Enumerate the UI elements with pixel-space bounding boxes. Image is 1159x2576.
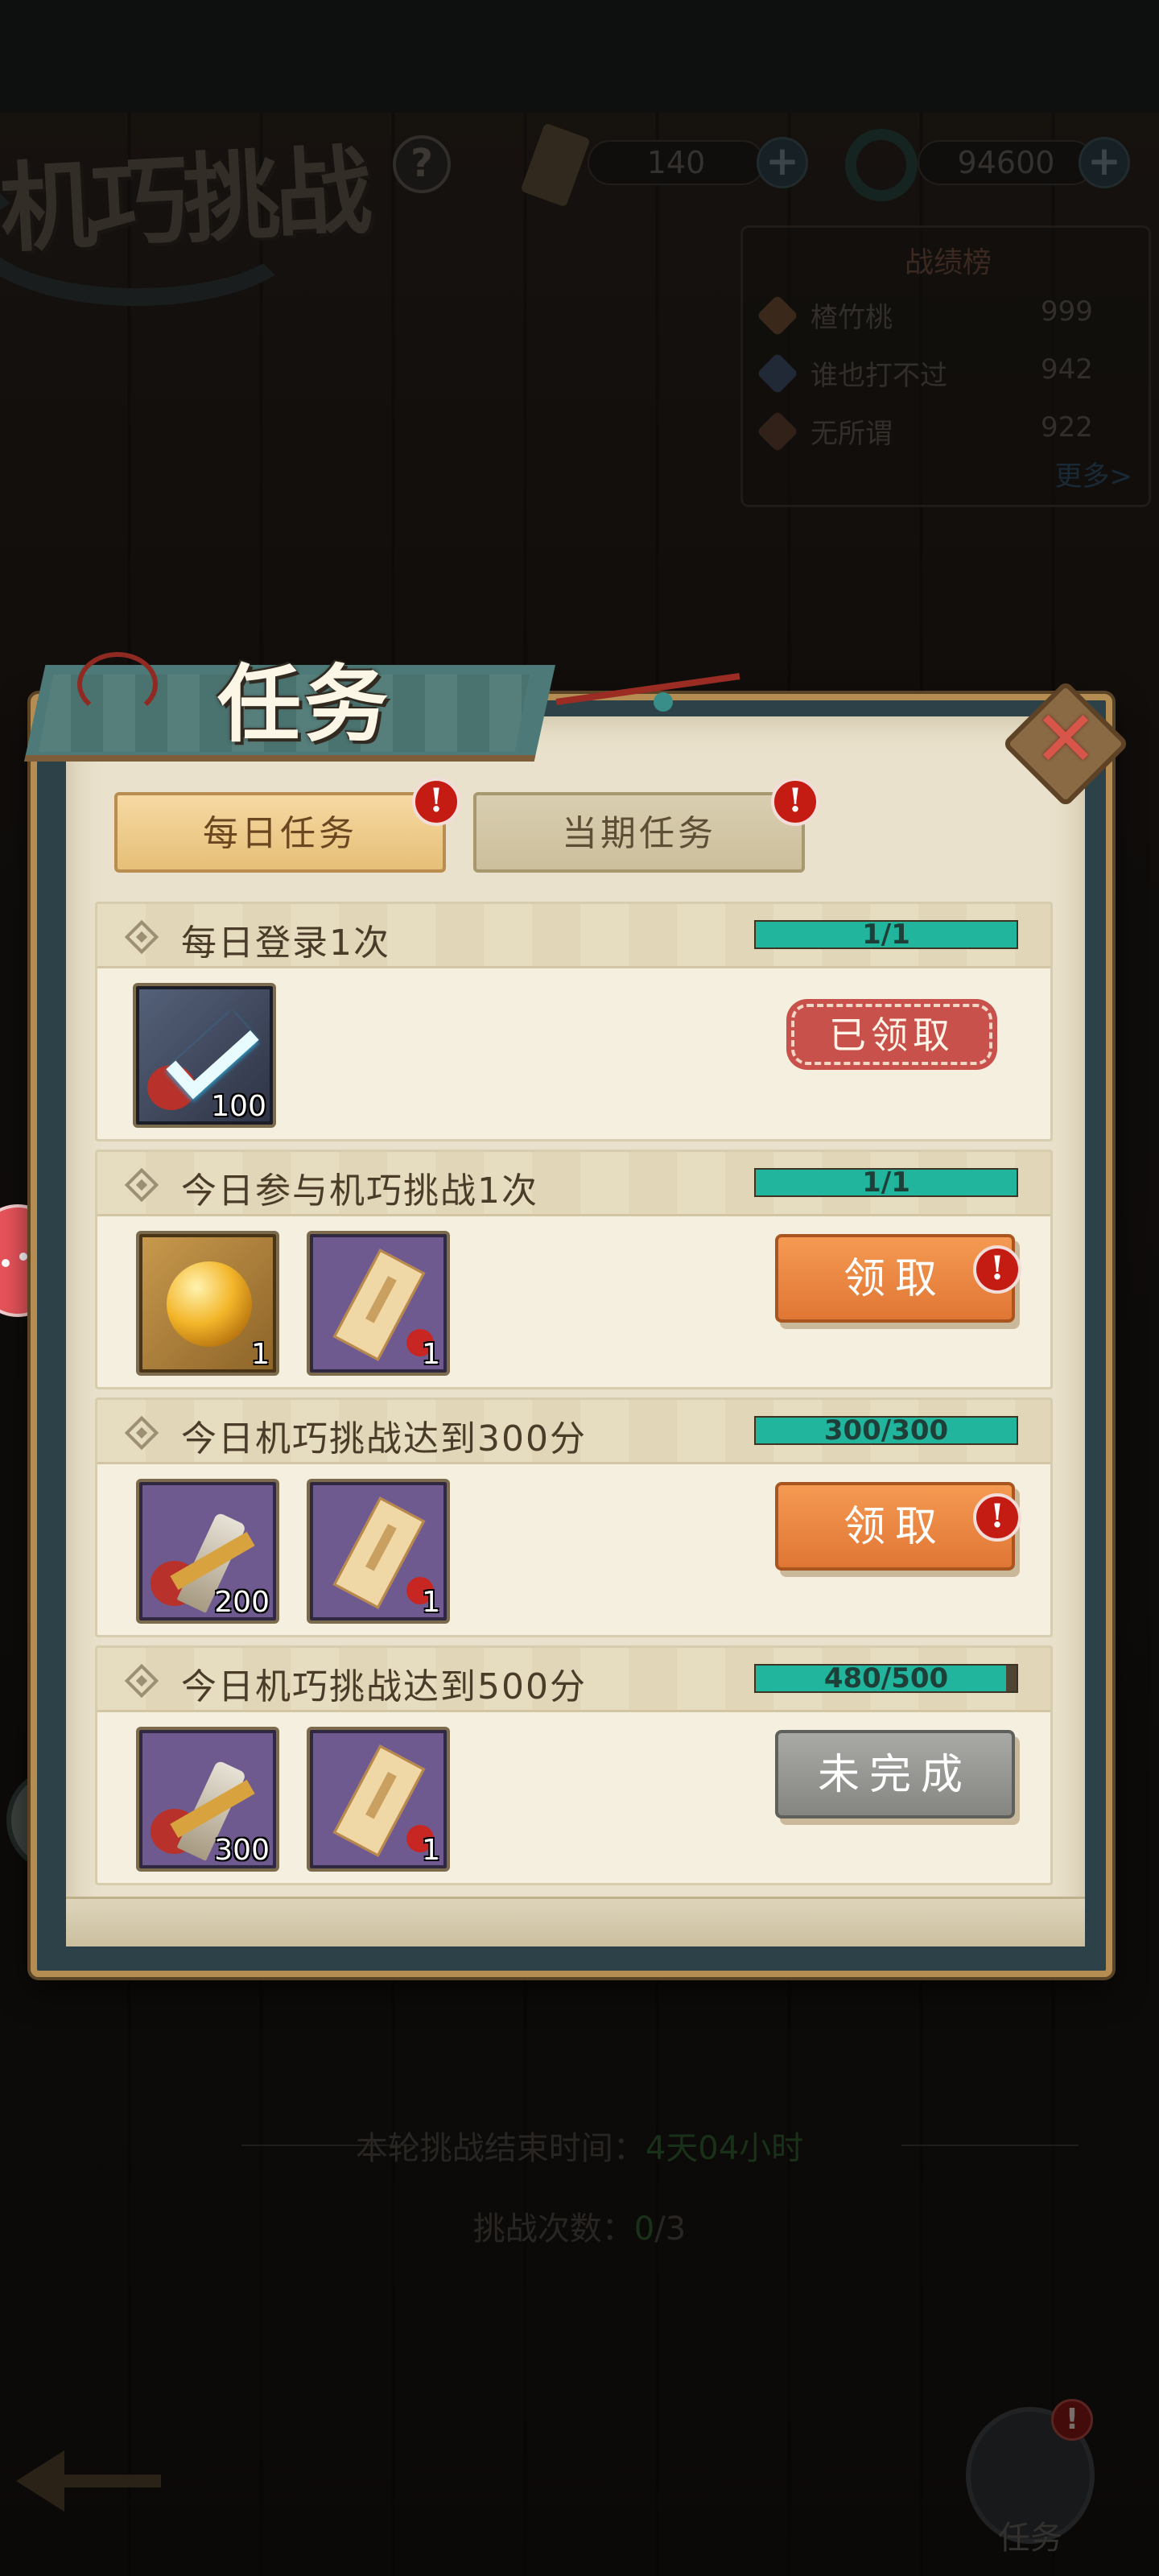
golden-orb-icon xyxy=(167,1261,252,1347)
tab-daily-alert-icon: ! xyxy=(412,778,460,826)
task-header: 今日机巧挑战达到500分 480/500 xyxy=(97,1648,1050,1712)
progress-text: 480/500 xyxy=(823,1664,949,1693)
task-title: 今日参与机巧挑战1次 xyxy=(181,1170,538,1212)
task-progress-bar: 1/1 xyxy=(754,920,1018,949)
dialog-title: 任务 xyxy=(217,654,392,753)
task-progress-bar: 480/500 xyxy=(754,1664,1018,1693)
reward-quantity: 1 xyxy=(422,1338,440,1371)
task-card-join-challenge: 今日参与机巧挑战1次 1/1 1 1 领取 ! xyxy=(95,1150,1053,1389)
task-card-score-300: 今日机巧挑战达到300分 300/300 200 1 领取 ! xyxy=(95,1397,1053,1637)
reward-item[interactable]: 100 xyxy=(133,983,276,1128)
reward-item[interactable]: 200 xyxy=(136,1479,279,1624)
task-header: 今日机巧挑战达到300分 300/300 xyxy=(97,1400,1050,1464)
claim-alert-icon: ! xyxy=(973,1493,1021,1542)
reward-quantity: 100 xyxy=(211,1090,266,1123)
claimed-button: 已领取 xyxy=(791,1004,992,1065)
reward-quantity: 1 xyxy=(422,1586,440,1619)
tab-period-tasks[interactable]: 当期任务 xyxy=(473,792,805,873)
close-icon[interactable]: ✕ xyxy=(1021,694,1111,784)
progress-text: 1/1 xyxy=(862,1168,910,1197)
progress-text: 300/300 xyxy=(823,1416,949,1445)
incomplete-button: 未完成 xyxy=(775,1730,1015,1818)
task-header: 今日参与机巧挑战1次 1/1 xyxy=(97,1152,1050,1216)
jade-bead-decoration xyxy=(654,692,673,712)
task-card-score-500: 今日机巧挑战达到500分 480/500 300 1 未完成 xyxy=(95,1645,1053,1885)
reward-quantity: 1 xyxy=(251,1338,270,1371)
scroll-bottom-edge xyxy=(66,1897,1085,1946)
reward-item[interactable]: 1 xyxy=(307,1479,450,1624)
reward-item[interactable]: 1 xyxy=(307,1727,450,1872)
progress-text: 1/1 xyxy=(862,920,910,949)
task-title: 每日登录1次 xyxy=(181,923,390,964)
task-progress-bar: 300/300 xyxy=(754,1416,1018,1445)
tab-period-alert-icon: ! xyxy=(771,778,819,826)
diamond-bullet-icon xyxy=(124,1415,159,1451)
reward-item[interactable]: 1 xyxy=(136,1231,279,1376)
tassel-decoration xyxy=(77,652,158,716)
tab-daily-tasks[interactable]: 每日任务 xyxy=(114,792,446,873)
diamond-bullet-icon xyxy=(124,1663,159,1699)
diamond-bullet-icon xyxy=(124,1167,159,1203)
task-card-daily-login: 每日登录1次 1/1 100 已领取 xyxy=(95,902,1053,1141)
reward-quantity: 1 xyxy=(422,1834,440,1867)
claim-alert-icon: ! xyxy=(973,1245,1021,1294)
task-title: 今日机巧挑战达到500分 xyxy=(181,1666,587,1707)
reward-quantity: 300 xyxy=(214,1834,270,1867)
task-title: 今日机巧挑战达到300分 xyxy=(181,1418,587,1459)
task-progress-bar: 1/1 xyxy=(754,1168,1018,1197)
diamond-bullet-icon xyxy=(124,919,159,955)
task-header: 每日登录1次 1/1 xyxy=(97,904,1050,968)
reward-quantity: 200 xyxy=(214,1586,270,1619)
reward-item[interactable]: 1 xyxy=(307,1231,450,1376)
reward-item[interactable]: 300 xyxy=(136,1727,279,1872)
